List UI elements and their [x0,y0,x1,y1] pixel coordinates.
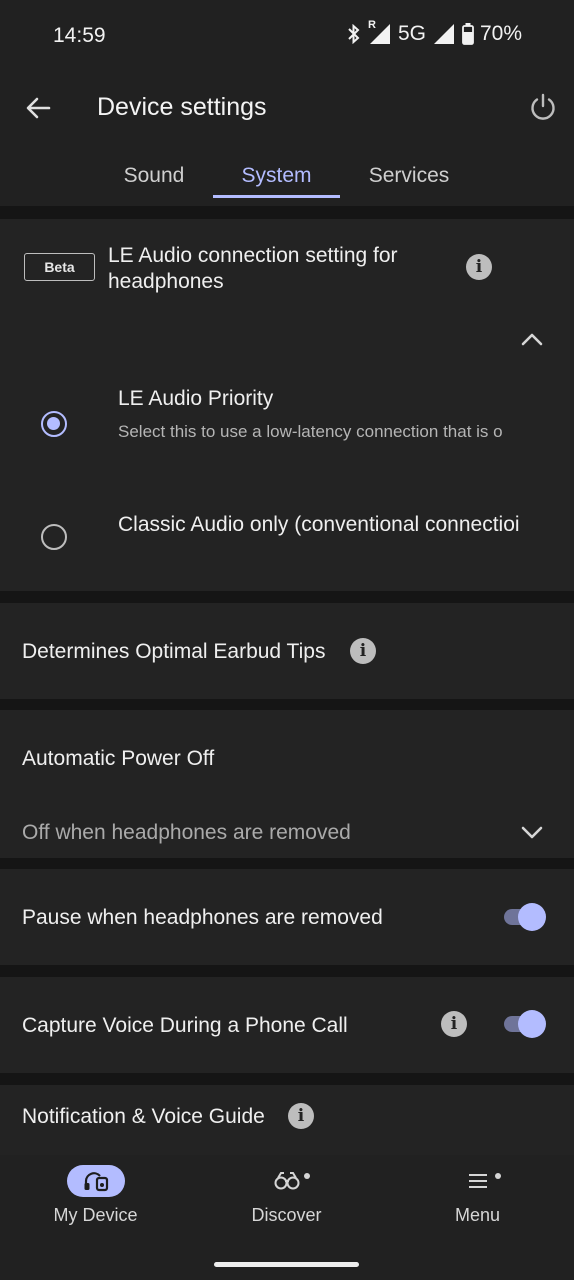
home-indicator[interactable] [214,1262,359,1267]
chevron-up-icon[interactable] [520,328,544,352]
headphones-device-icon [84,1172,108,1192]
binoculars-icon [274,1172,299,1190]
auto-power-off-label: Automatic Power Off [22,747,215,770]
discover-notification-dot [304,1173,310,1179]
nav-my-device-label: My Device [53,1205,138,1225]
network-type: 5G [397,22,426,45]
roaming-signal-icon: R [368,19,392,45]
notification-guide-info-icon[interactable]: i [288,1103,314,1129]
nav-active-pill [66,1165,125,1197]
hamburger-menu-icon [468,1174,487,1188]
auto-power-off-value: Off when headphones are removed [22,821,351,844]
status-icons: R 5G 70% [346,19,522,46]
earbud-tips-label: Determines Optimal Earbud Tips [22,640,326,663]
battery-level: 70% [479,22,522,45]
toggle-knob [518,903,546,931]
app-bar: Device settings [0,72,574,146]
chevron-down-icon[interactable] [520,820,544,844]
toggle-knob [518,1010,546,1038]
power-icon[interactable] [528,92,558,122]
bluetooth-icon [348,24,360,44]
classic-audio-radio[interactable] [41,524,67,550]
menu-notification-dot [495,1173,501,1179]
nav-discover-label: Discover [251,1205,322,1225]
battery-icon [462,23,474,45]
tab-services[interactable]: Services [350,146,468,206]
tab-sound[interactable]: Sound [104,146,204,206]
status-bar: 14:59 R 5G 70% [0,0,574,72]
beta-badge: Beta [24,253,95,281]
nav-menu-label: Menu [454,1205,501,1225]
roaming-mark: R [367,19,376,31]
le-audio-priority-label: LE Audio Priority [118,387,274,410]
notification-guide-card[interactable]: Notification & Voice Guide i [0,1085,574,1155]
notification-guide-label: Notification & Voice Guide [22,1105,265,1128]
le-audio-card: Beta LE Audio connection setting for hea… [0,219,574,591]
capture-voice-label: Capture Voice During a Phone Call [22,1014,348,1037]
signal-icon [433,24,454,44]
nav-my-device[interactable]: My Device [0,1155,191,1245]
capture-voice-toggle[interactable] [502,1010,548,1038]
capture-voice-info-icon[interactable]: i [441,1011,467,1037]
nav-menu[interactable]: Menu [382,1155,573,1245]
nav-pill [258,1165,316,1197]
pause-removed-label: Pause when headphones are removed [22,906,383,929]
earbud-tips-info-icon[interactable]: i [350,638,376,664]
nav-pill [449,1165,507,1197]
pause-removed-toggle[interactable] [502,903,548,931]
classic-audio-label: Classic Audio only (conventional connect… [118,513,520,536]
le-audio-info-icon[interactable]: i [466,254,492,280]
earbud-tips-card[interactable]: Determines Optimal Earbud Tips i [0,603,574,699]
back-arrow-icon[interactable] [22,92,54,124]
page-title: Device settings [97,93,267,121]
le-audio-title: LE Audio connection setting for headphon… [108,244,398,293]
auto-power-off-card[interactable]: Automatic Power Off Off when headphones … [0,710,574,858]
status-time: 14:59 [53,24,106,47]
pause-removed-card: Pause when headphones are removed [0,869,574,965]
tab-indicator [213,195,340,198]
le-audio-priority-description: Select this to use a low-latency connect… [118,422,503,441]
capture-voice-card: Capture Voice During a Phone Call i [0,977,574,1073]
nav-discover[interactable]: Discover [191,1155,382,1245]
tab-bar: Sound System Services [0,146,574,206]
le-audio-priority-radio[interactable] [41,411,67,437]
